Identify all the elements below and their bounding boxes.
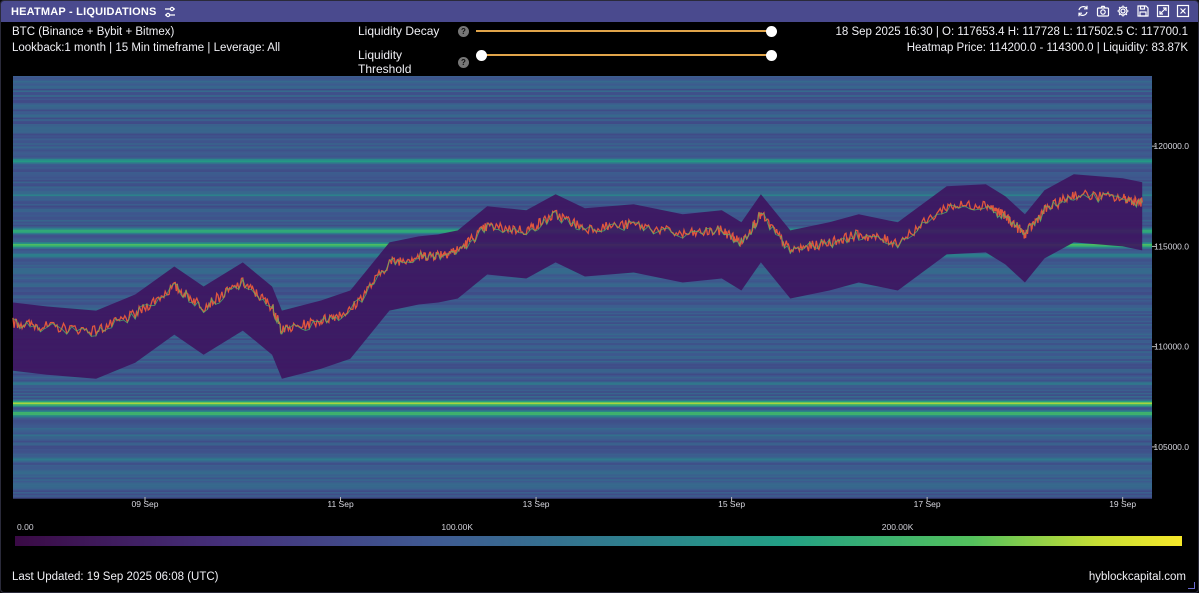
liquidity-threshold-slider[interactable]: [475, 49, 777, 61]
x-tick-label: 19 Sep: [1109, 499, 1136, 509]
resize-handle[interactable]: [1188, 582, 1195, 589]
gear-icon[interactable]: [1116, 4, 1130, 18]
help-icon[interactable]: ?: [458, 25, 469, 37]
panel-title: HEATMAP - LIQUIDATIONS: [11, 5, 157, 18]
params-label: Lookback:1 month | 15 Min timeframe | Le…: [12, 41, 281, 54]
liquidity-decay-track[interactable]: [476, 30, 771, 32]
liquidity-decay-knob[interactable]: [765, 25, 777, 37]
colorbar-tick-label: 200.00K: [881, 522, 914, 532]
x-tick-label: 13 Sep: [523, 499, 550, 509]
brand-label: hyblockcapital.com: [1088, 571, 1186, 583]
heatmap-row: [13, 496, 1152, 499]
x-tick-label: 15 Sep: [718, 499, 745, 509]
colorbar-tick-label: 100.00K: [441, 522, 474, 532]
liquidation-heatmap-chart[interactable]: 105000.0 110000.0 115000.0 120000.0 09 Sep 11…: [1, 71, 1199, 516]
chart-info-right: 18 Sep 2025 16:30 | O: 117653.4 H: 11772…: [835, 25, 1188, 56]
x-tick-label: 09 Sep: [132, 499, 159, 509]
camera-icon[interactable]: [1096, 4, 1110, 18]
liquidity-decay-label: Liquidity Decay: [358, 24, 440, 38]
refresh-icon[interactable]: [1076, 4, 1090, 18]
chart-info-left: BTC (Binance + Bybit + Bitmex) Lookback:…: [12, 25, 280, 56]
close-icon[interactable]: [1176, 4, 1190, 18]
symbol-label: BTC (Binance + Bybit + Bitmex): [12, 26, 175, 38]
expand-icon[interactable]: [1156, 4, 1170, 18]
liquidity-threshold-track[interactable]: [481, 54, 771, 56]
liquidity-threshold-min-knob[interactable]: [475, 49, 487, 61]
panel-titlebar: HEATMAP - LIQUIDATIONS: [1, 1, 1198, 22]
y-tick-label: 120000.0: [1154, 141, 1190, 151]
liquidity-colorbar: [15, 536, 1182, 546]
liquidity-decay-slider[interactable]: [476, 25, 777, 37]
y-tick-label: 105000.0: [1154, 442, 1190, 452]
liquidity-threshold-max-knob[interactable]: [765, 49, 777, 61]
heatmap-panel: HEATMAP - LIQUIDATIONS BTC (Binance + By…: [0, 0, 1199, 593]
ohlc-readout: 18 Sep 2025 16:30 | O: 117653.4 H: 11772…: [835, 26, 1188, 38]
heatmap-readout: Heatmap Price: 114200.0 - 114300.0 | Liq…: [906, 41, 1188, 54]
x-tick-label: 17 Sep: [914, 499, 941, 509]
y-tick-label: 115000.0: [1154, 241, 1189, 251]
x-tick-label: 11 Sep: [327, 499, 354, 509]
panel-toolbar: [1076, 4, 1190, 18]
y-tick-label: 110000.0: [1154, 342, 1189, 352]
last-updated-label: Last Updated: 19 Sep 2025 06:08 (UTC): [12, 571, 219, 583]
save-icon[interactable]: [1136, 4, 1150, 18]
colorbar-labels: 0.00 100.00K 200.00K: [1, 522, 1198, 534]
help-icon[interactable]: ?: [458, 56, 469, 68]
sliders-icon[interactable]: [163, 5, 177, 19]
liquidity-decay-control: Liquidity Decay ?: [358, 24, 477, 38]
colorbar-tick-label: 0.00: [17, 522, 34, 532]
